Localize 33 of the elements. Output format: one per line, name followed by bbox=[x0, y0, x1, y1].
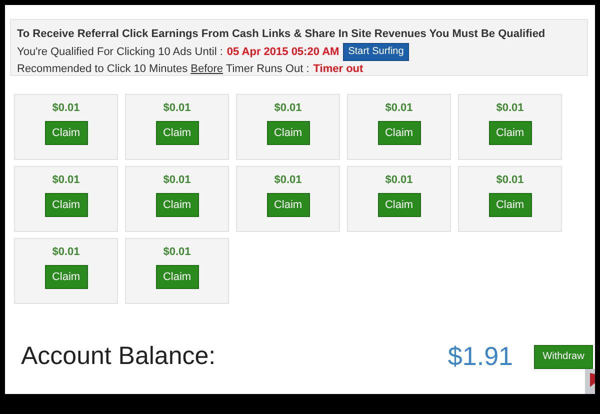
claim-button[interactable]: Claim bbox=[266, 193, 310, 217]
claim-button[interactable]: Claim bbox=[156, 265, 198, 289]
claim-button[interactable]: Claim bbox=[488, 121, 532, 145]
claim-button[interactable]: Claim bbox=[156, 121, 198, 145]
claim-button[interactable]: Claim bbox=[488, 193, 532, 217]
ad-amount: $0.01 bbox=[274, 173, 302, 187]
claim-button[interactable]: Claim bbox=[378, 193, 420, 217]
ad-amount: $0.01 bbox=[496, 101, 524, 115]
ad-amount: $0.01 bbox=[274, 101, 302, 115]
ad-amount: $0.01 bbox=[52, 245, 80, 259]
ad-amount: $0.01 bbox=[163, 101, 191, 115]
recommend-text: Recommended to Click 10 Minutes Before Timer Runs Out : bbox=[17, 62, 310, 77]
ad-amount: $0.01 bbox=[496, 173, 524, 187]
claim-button[interactable]: Claim bbox=[266, 121, 310, 145]
start-surfing-button[interactable]: Start Surfing bbox=[343, 43, 409, 61]
balance-label: Account Balance: bbox=[21, 340, 217, 372]
qualified-date: 05 Apr 2015 05:20 AM bbox=[226, 44, 340, 60]
ad-amount: $0.01 bbox=[163, 173, 191, 187]
ad-amount: $0.01 bbox=[385, 101, 413, 115]
withdraw-button[interactable]: Withdraw bbox=[534, 344, 593, 368]
balance-amount: $1.91 bbox=[446, 340, 513, 373]
ad-amount: $0.01 bbox=[163, 245, 191, 259]
claim-button[interactable]: Claim bbox=[156, 193, 198, 217]
claim-button[interactable]: Claim bbox=[44, 121, 88, 145]
claim-button[interactable]: Claim bbox=[44, 265, 88, 289]
qualified-text: You're Qualified For Clicking 10 Ads Until : bbox=[17, 44, 223, 60]
claim-button[interactable]: Claim bbox=[44, 193, 88, 217]
ad-amount: $0.01 bbox=[385, 173, 413, 187]
timer-status: Timer out bbox=[313, 62, 364, 77]
ad-amount: $0.01 bbox=[52, 173, 80, 187]
claim-button[interactable]: Claim bbox=[378, 121, 420, 145]
notice-heading: To Receive Referral Click Earnings From Cash Links & Share In Site Revenues You Must Be Qualified bbox=[17, 27, 546, 42]
ad-amount: $0.01 bbox=[52, 101, 80, 115]
